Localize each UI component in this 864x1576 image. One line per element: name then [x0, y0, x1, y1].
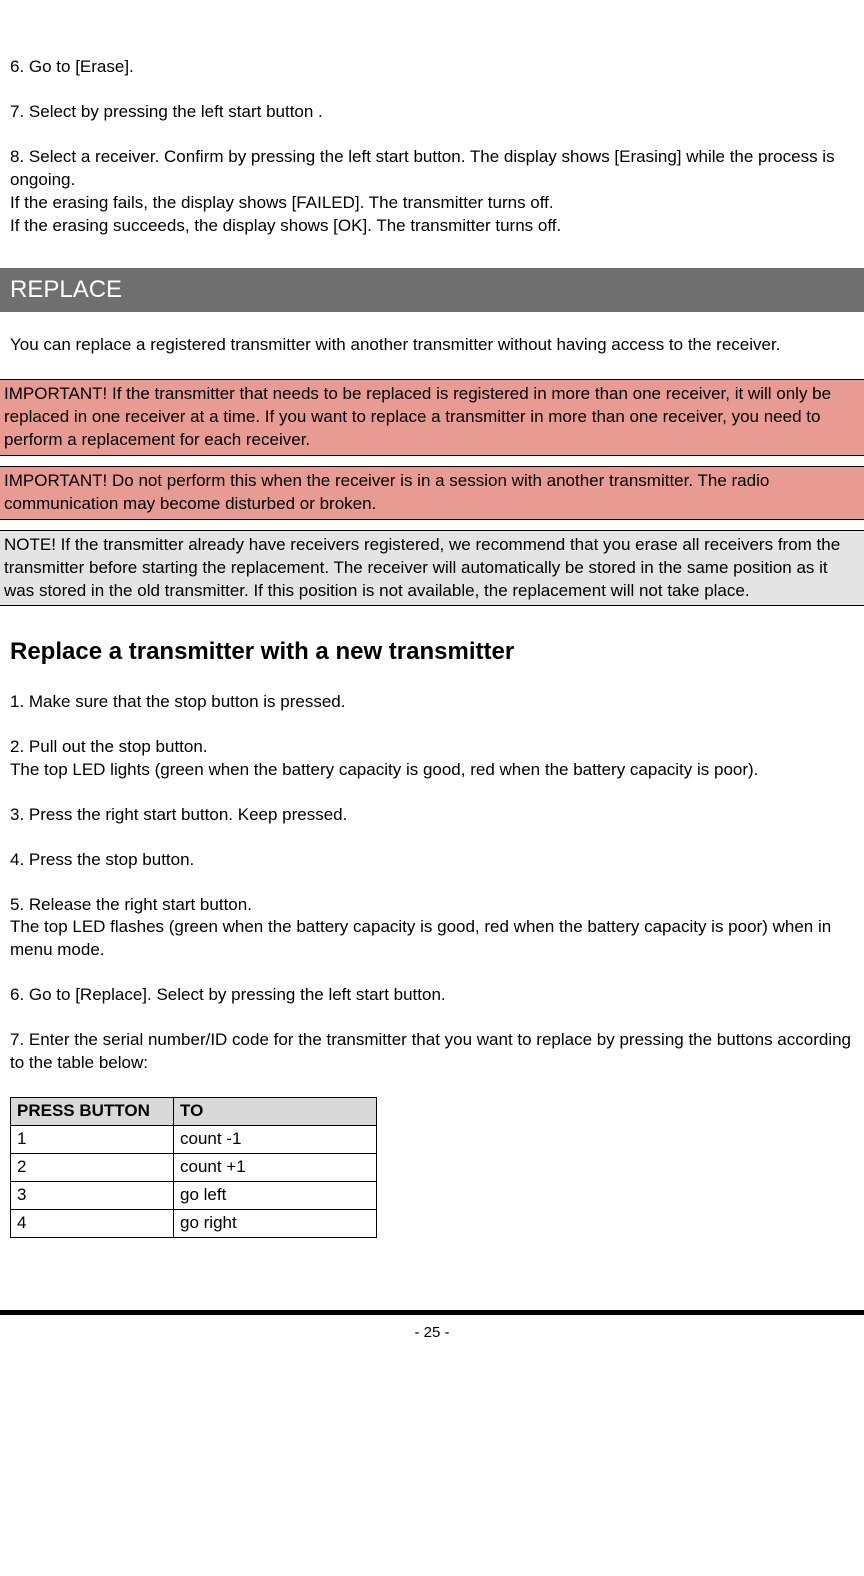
important-box-1: IMPORTANT! If the transmitter that needs… — [0, 379, 864, 456]
note-text-1: NOTE! If the transmitter already have re… — [4, 535, 840, 600]
table-cell: 2 — [11, 1154, 174, 1182]
section-heading-replace: REPLACE — [0, 268, 864, 312]
footer-rule — [0, 1310, 864, 1315]
table-header-c1: PRESS BUTTON — [11, 1098, 174, 1126]
table-row: 3 go left — [11, 1181, 377, 1209]
step-6: 6. Go to [Erase]. — [10, 56, 854, 79]
important-text-1: IMPORTANT! If the transmitter that needs… — [4, 384, 831, 449]
table-cell: count -1 — [174, 1126, 377, 1154]
table-cell: go left — [174, 1181, 377, 1209]
page-content: 6. Go to [Erase]. 7. Select by pressing … — [0, 0, 864, 1363]
table-row: 2 count +1 — [11, 1154, 377, 1182]
replace-step-5a: 5. Release the right start button. — [10, 894, 854, 917]
table-row: 4 go right — [11, 1209, 377, 1237]
table-cell: 1 — [11, 1126, 174, 1154]
replace-step-7: 7. Enter the serial number/ID code for t… — [10, 1029, 854, 1075]
important-box-2: IMPORTANT! Do not perform this when the … — [0, 466, 864, 520]
table-row: 1 count -1 — [11, 1126, 377, 1154]
table-cell: count +1 — [174, 1154, 377, 1182]
table-header-row: PRESS BUTTON TO — [11, 1098, 377, 1126]
table-cell: go right — [174, 1209, 377, 1237]
button-table: PRESS BUTTON TO 1 count -1 2 count +1 3 … — [10, 1097, 377, 1238]
step-8-line1: 8. Select a receiver. Confirm by pressin… — [10, 146, 854, 192]
replace-step-3: 3. Press the right start button. Keep pr… — [10, 804, 854, 827]
replace-step-5b: The top LED flashes (green when the batt… — [10, 916, 854, 962]
replace-step-1: 1. Make sure that the stop button is pre… — [10, 691, 854, 714]
note-box-1: NOTE! If the transmitter already have re… — [0, 530, 864, 607]
table-header-c2: TO — [174, 1098, 377, 1126]
replace-step-4: 4. Press the stop button. — [10, 849, 854, 872]
important-text-2: IMPORTANT! Do not perform this when the … — [4, 471, 769, 513]
table-cell: 3 — [11, 1181, 174, 1209]
replace-step-6: 6. Go to [Replace]. Select by pressing t… — [10, 984, 854, 1007]
replace-step-2b: The top LED lights (green when the batte… — [10, 759, 854, 782]
step-8-line2: If the erasing fails, the display shows … — [10, 192, 854, 215]
subheading-replace-transmitter: Replace a transmitter with a new transmi… — [10, 636, 854, 668]
replace-intro: You can replace a registered transmitter… — [10, 334, 854, 357]
replace-step-2a: 2. Pull out the stop button. — [10, 736, 854, 759]
page-number: - 25 - — [10, 1323, 854, 1363]
table-cell: 4 — [11, 1209, 174, 1237]
step-7: 7. Select by pressing the left start but… — [10, 101, 854, 124]
step-8-line3: If the erasing succeeds, the display sho… — [10, 215, 854, 238]
